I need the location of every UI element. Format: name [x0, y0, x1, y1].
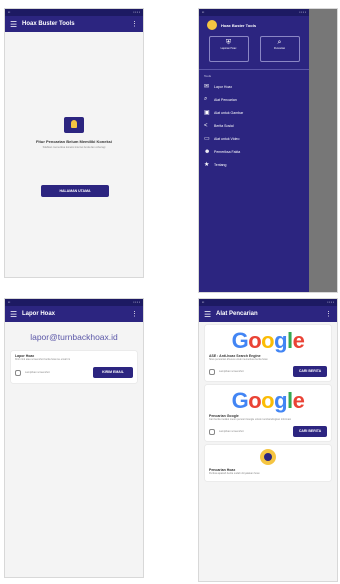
- report-hoax-shortcut[interactable]: ⛨ Laporan Hoax: [208, 36, 249, 62]
- people-icon: ☻: [204, 148, 211, 155]
- empty-title: Fitur Pencarian Belum Memiliki Koneksi: [35, 139, 113, 144]
- nav-item-factcheck[interactable]: ☻ Pemeriksa Fakta: [199, 145, 309, 158]
- menu-icon[interactable]: ☰: [10, 310, 22, 319]
- menu-icon[interactable]: ☰: [204, 310, 216, 319]
- image-icon: ▣: [204, 110, 210, 116]
- report-card: Lapor Hoax Kirim link atau screenshot be…: [11, 351, 137, 383]
- home-button[interactable]: HALAMAN UTAMA: [41, 185, 109, 197]
- nav-label: Pemeriksa Fakta: [214, 149, 241, 154]
- status-bar: ▪▪ ▪ ▪ ▪ ▪: [5, 9, 143, 16]
- screen-navigation-drawer: ▪▪ ▪ ▪ ▪ ▪ Hoax Buster Tools ⛨ Laporan Ho…: [198, 8, 338, 293]
- hoax-search-card: Pencarian Hoax Periksa apakah berita sud…: [205, 445, 331, 481]
- ase-card: Google ASE : Anti-hoax Search Engine Sit…: [205, 325, 331, 381]
- attach-label: Lampirkan screenshot: [219, 430, 244, 433]
- drawer-header: Hoax Buster Tools: [199, 16, 309, 34]
- nav-label: Alat untuk Video: [214, 136, 240, 141]
- app-bar: ☰ Hoax Buster Tools ⋮: [5, 16, 143, 32]
- nav-label: Tentang: [214, 162, 227, 167]
- no-connection-icon: [64, 117, 84, 133]
- google-search-description: Cari berita melalui mesin pencari Google…: [209, 418, 291, 421]
- drawer-title: Hoax Buster Tools: [221, 22, 257, 28]
- nav-label: Lapor Hoax: [214, 84, 233, 89]
- menu-icon[interactable]: ☰: [10, 20, 22, 29]
- app-title: Lapor Hoax: [22, 311, 56, 317]
- ase-description: Situs pencarian khusus untuk memeriksa b…: [209, 358, 268, 361]
- nav-item-search[interactable]: ⌕ Alat Pencarian: [199, 93, 309, 106]
- google-search-card: Google Pencarian Google Cari berita mela…: [205, 385, 331, 441]
- report-icon: ✉: [204, 84, 210, 90]
- attach-checkbox[interactable]: [209, 368, 215, 375]
- logo-icon: [207, 20, 217, 30]
- google-logo: Google: [231, 388, 305, 413]
- overflow-menu-icon[interactable]: ⋮: [325, 310, 332, 318]
- nav-item-video[interactable]: ▭ Alat untuk Video: [199, 132, 309, 145]
- hoax-search-description: Periksa apakah berita sudah dinyatakan h…: [209, 472, 260, 475]
- app-bar: ☰ Lapor Hoax ⋮: [5, 306, 143, 322]
- nav-label: Alat untuk Gambar: [214, 110, 244, 115]
- overflow-menu-icon[interactable]: ⋮: [131, 20, 138, 28]
- report-description: Kirim link atau screenshot berita hoax k…: [15, 358, 70, 361]
- status-bar: ▪▪ ▪ ▪ ▪ ▪: [199, 9, 309, 16]
- navigation-drawer: ▪▪ ▪ ▪ ▪ ▪ Hoax Buster Tools ⛨ Laporan Ho…: [199, 9, 309, 292]
- nav-item-report[interactable]: ✉ Lapor Hoax: [199, 80, 309, 93]
- app-bar: ☰ Alat Pencarian ⋮: [199, 306, 337, 322]
- status-bar: ▪▪ ▪ ▪ ▪ ▪: [199, 299, 337, 306]
- app-title: Hoax Buster Tools: [22, 21, 75, 27]
- search-shortcut[interactable]: ⌕ Pencarian: [259, 36, 300, 62]
- search-label: Pencarian: [273, 47, 286, 50]
- attach-label: Lampirkan screenshot: [219, 370, 244, 373]
- star-icon: ★: [204, 162, 210, 168]
- attach-checkbox[interactable]: [209, 428, 215, 435]
- share-icon: <: [204, 122, 208, 129]
- app-title: Alat Pencarian: [216, 311, 258, 317]
- overflow-menu-icon[interactable]: ⋮: [131, 310, 138, 318]
- tools-section-label: Tools: [204, 74, 212, 78]
- shield-icon: ⛨: [225, 39, 232, 46]
- send-email-button[interactable]: KIRIM EMAIL: [93, 367, 133, 378]
- screen-hoax-buster-home: ▪▪ ▪ ▪ ▪ ▪ ☰ Hoax Buster Tools ⋮ Fitur Pe…: [4, 8, 144, 278]
- nav-item-image[interactable]: ▣ Alat untuk Gambar: [199, 106, 309, 119]
- empty-state: Fitur Pencarian Belum Memiliki Koneksi S…: [5, 117, 143, 149]
- attach-checkbox[interactable]: [15, 369, 21, 376]
- nav-item-share[interactable]: < Berita Sosial: [199, 119, 309, 132]
- report-email[interactable]: lapor@turnbackhoax.id: [5, 332, 143, 342]
- search-news-button[interactable]: CARI BERITA: [293, 426, 327, 437]
- search-news-button[interactable]: CARI BERITA: [293, 366, 327, 377]
- screen-lapor-hoax: ▪▪ ▪ ▪ ▪ ▪ ☰ Lapor Hoax ⋮ lapor@turnbackh…: [4, 298, 144, 578]
- attach-label: Lampirkan screenshot: [25, 371, 50, 374]
- search-icon: ⌕: [277, 39, 282, 46]
- nav-label: Berita Sosial: [214, 123, 234, 128]
- report-hoax-label: Laporan Hoax: [220, 47, 237, 50]
- status-bar: ▪▪ ▪ ▪ ▪ ▪: [5, 299, 143, 306]
- divider: [199, 69, 309, 70]
- nav-item-about[interactable]: ★ Tentang: [199, 158, 309, 171]
- screen-alat-pencarian: ▪▪ ▪ ▪ ▪ ▪ ☰ Alat Pencarian ⋮ Google ASE …: [198, 298, 338, 582]
- empty-subtitle: Silahkan memeriksa koneksi internet Anda…: [42, 146, 106, 149]
- search-icon: ⌕: [204, 96, 208, 102]
- nav-label: Alat Pencarian: [214, 97, 237, 102]
- google-logo: Google: [231, 328, 305, 353]
- badge-icon: [260, 449, 276, 465]
- video-icon: ▭: [204, 136, 210, 142]
